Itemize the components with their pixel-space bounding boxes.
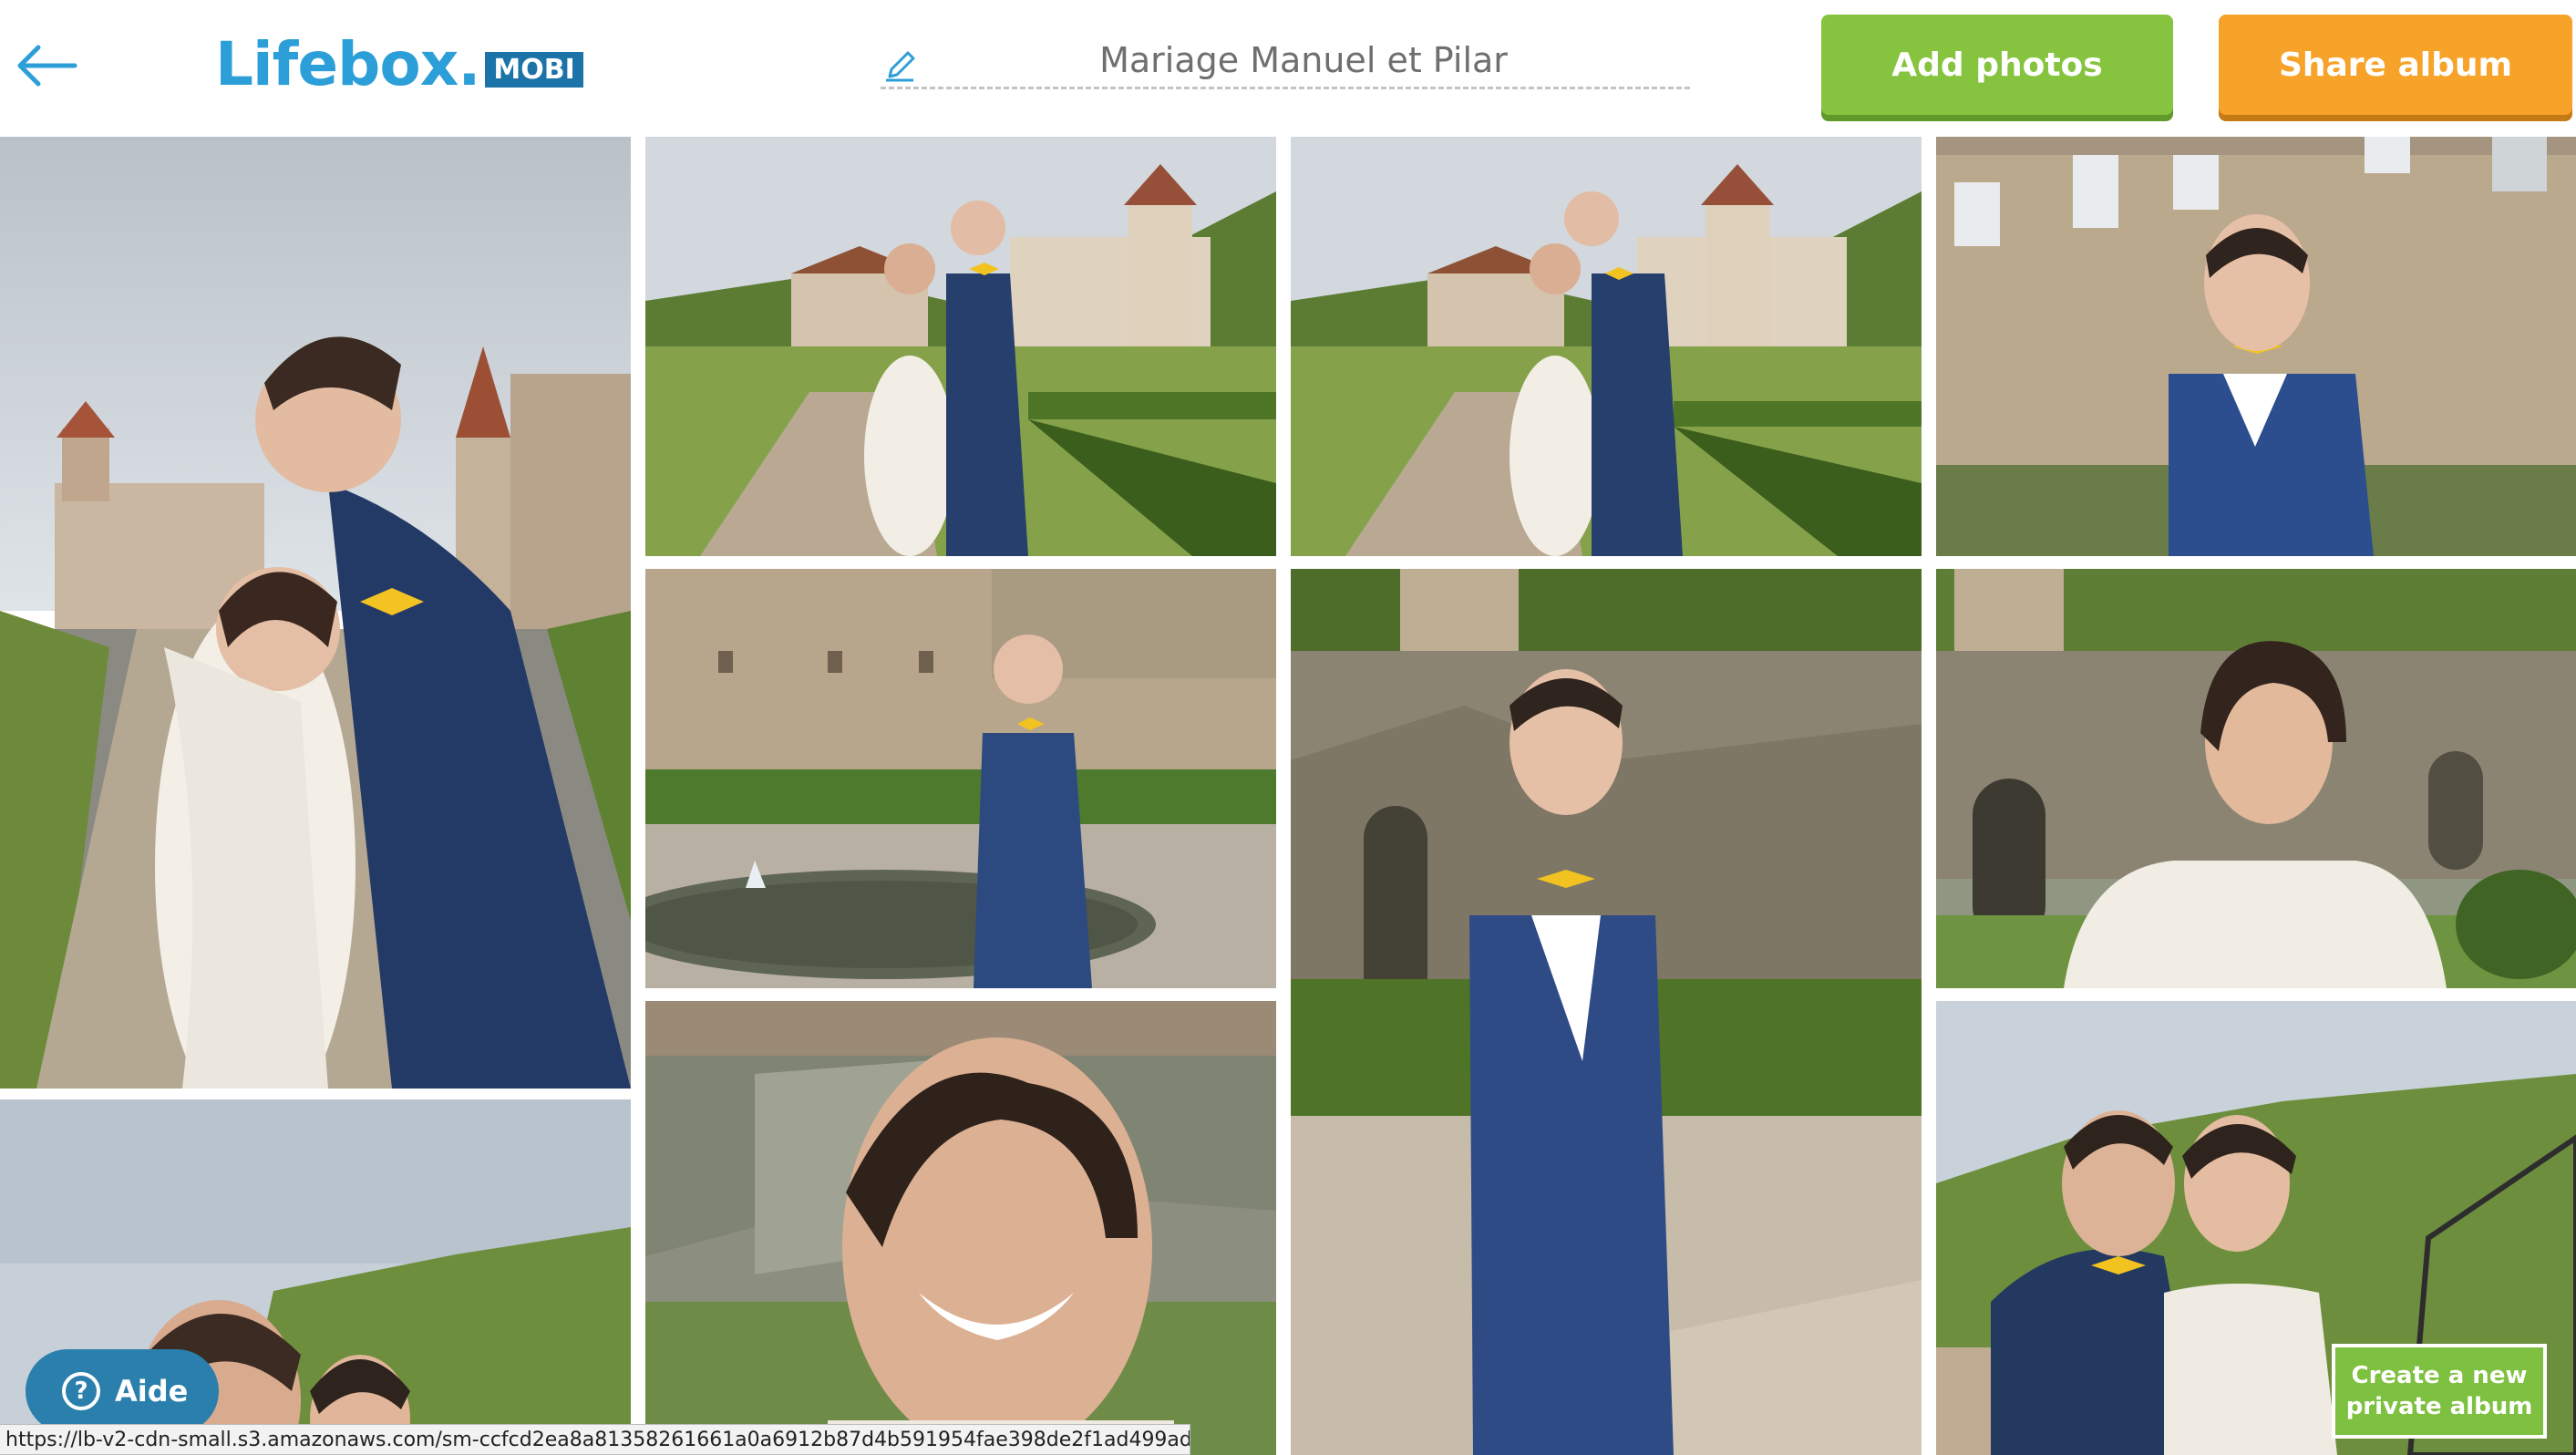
- create-album-line2: private album: [2345, 1393, 2533, 1420]
- photo-tile[interactable]: [1291, 137, 1922, 556]
- arrow-left-icon[interactable]: [13, 42, 80, 89]
- add-photos-button[interactable]: Add photos: [1821, 15, 2173, 115]
- photo-tile[interactable]: [1936, 569, 2576, 988]
- create-album-line1: Create a new: [2351, 1362, 2528, 1389]
- app-header: Lifebox. MOBI Add photos Share album: [0, 0, 2576, 137]
- question-icon: ?: [62, 1372, 100, 1410]
- photo-tile[interactable]: [1936, 137, 2576, 556]
- logo-badge: MOBI: [485, 51, 583, 88]
- help-button[interactable]: ? Aide: [26, 1349, 219, 1433]
- album-title-input[interactable]: [881, 35, 1690, 86]
- photo-tile[interactable]: [0, 137, 631, 1089]
- status-bar-url: https://lb-v2-cdn-small.s3.amazonaws.com…: [0, 1424, 1190, 1455]
- photo-tile[interactable]: [645, 1001, 1276, 1455]
- photo-tile[interactable]: [1291, 569, 1922, 1455]
- album-title-field[interactable]: [881, 35, 1690, 89]
- create-private-album-button[interactable]: Create a new private album: [2332, 1344, 2547, 1439]
- photo-tile[interactable]: [645, 569, 1276, 988]
- help-label: Aide: [115, 1374, 189, 1409]
- logo[interactable]: Lifebox. MOBI: [215, 27, 583, 100]
- share-album-button[interactable]: Share album: [2219, 15, 2572, 115]
- photo-grid: [0, 137, 2576, 1455]
- photo-tile[interactable]: [645, 137, 1276, 556]
- logo-text: Lifebox.: [215, 28, 480, 99]
